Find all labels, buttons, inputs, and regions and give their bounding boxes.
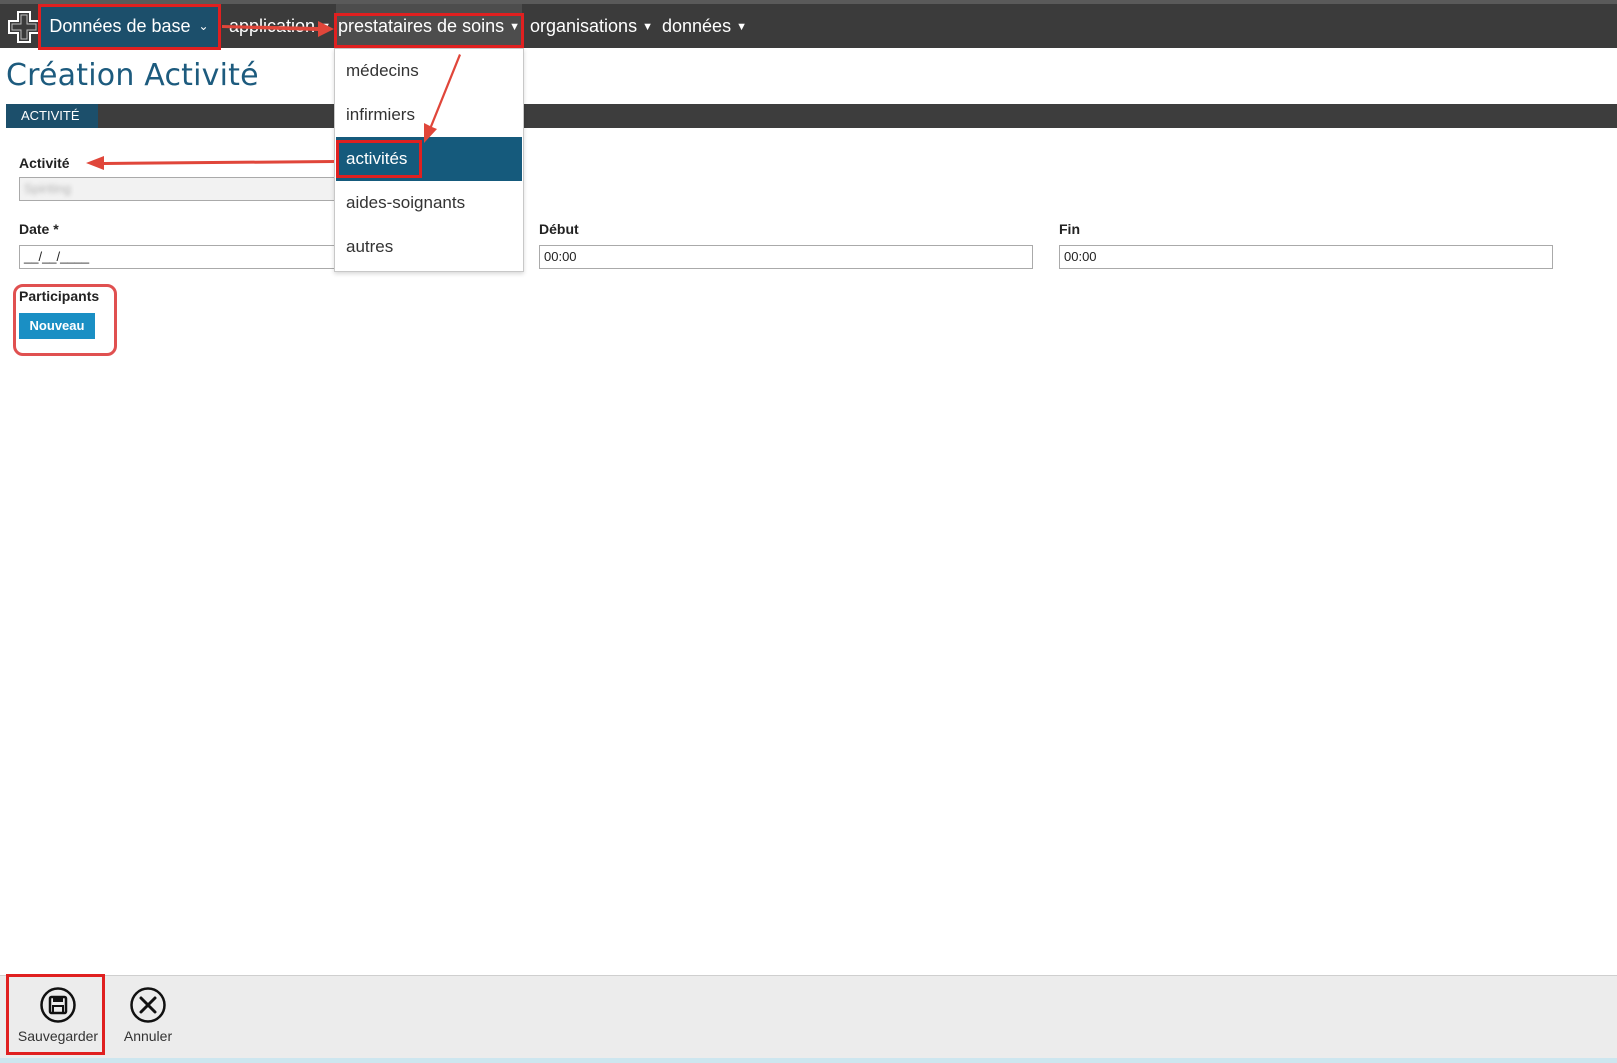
caret-down-icon: ▼ [642,21,653,33]
dropdown-item-infirmiers[interactable]: infirmiers [336,93,522,137]
date-input[interactable]: __/__/____ [19,245,339,269]
nav-donnees[interactable]: données ▼ [662,4,747,48]
close-circle-icon [130,987,166,1023]
dropdown-item-autres[interactable]: autres [336,225,522,269]
participants-label: Participants [19,288,100,304]
nav-organisations[interactable]: organisations ▼ [530,4,653,48]
save-button-label: Sauvegarder [17,1028,99,1044]
caret-down-icon: ▼ [736,21,747,33]
section-tab-activite: ACTIVITÉ [6,104,98,128]
activite-label: Activité [19,155,70,171]
dropdown-item-activites[interactable]: activités [336,137,522,181]
nav-prestataires-de-soins[interactable]: prestataires de soins ▼ [336,4,522,48]
nav-donnees-label: données [662,16,732,36]
chevron-down-icon: ⌄ [198,19,209,33]
cancel-button[interactable]: Annuler [115,976,181,1044]
save-disk-icon [40,987,76,1023]
section-header-bar: ACTIVITÉ [6,104,1617,128]
prestataires-dropdown-menu: médecins infirmiers activités aides-soig… [334,48,524,272]
nav-donnees-de-base[interactable]: Données de base ⌄ [40,4,218,48]
debut-input[interactable]: 00:00 [539,245,1033,269]
cross-logo-icon[interactable] [7,10,41,44]
fin-input[interactable]: 00:00 [1059,245,1553,269]
dropdown-item-aides-soignants[interactable]: aides-soignants [336,181,522,225]
top-nav-bar: Données de base ⌄ application ▼ prestatair… [0,0,1617,48]
save-button[interactable]: Sauvegarder [10,976,106,1044]
arrow-left-icon [86,156,334,170]
nav-application[interactable]: application ▼ [229,4,331,48]
nouveau-participant-button[interactable]: Nouveau [19,313,95,339]
activite-field[interactable]: Spiriting [19,177,339,201]
bottom-toolbar: Sauvegarder Annuler [0,975,1617,1063]
cancel-button-label: Annuler [123,1028,173,1044]
nav-donnees-de-base-label: Données de base [49,16,191,36]
nav-application-label: application [229,16,316,36]
debut-label: Début [539,221,579,237]
page-title: Création Activité [6,58,259,93]
fin-label: Fin [1059,221,1080,237]
nav-organisations-label: organisations [530,16,638,36]
date-label: Date * [19,221,59,237]
caret-down-icon: ▼ [509,21,520,33]
footer-accent-line [0,1058,1617,1063]
nav-prestataires-label: prestataires de soins [338,16,505,36]
annotation-arrows [86,21,461,170]
caret-down-icon: ▼ [320,21,331,33]
activite-value: Spiriting [24,181,71,196]
dropdown-item-medecins[interactable]: médecins [336,49,522,93]
